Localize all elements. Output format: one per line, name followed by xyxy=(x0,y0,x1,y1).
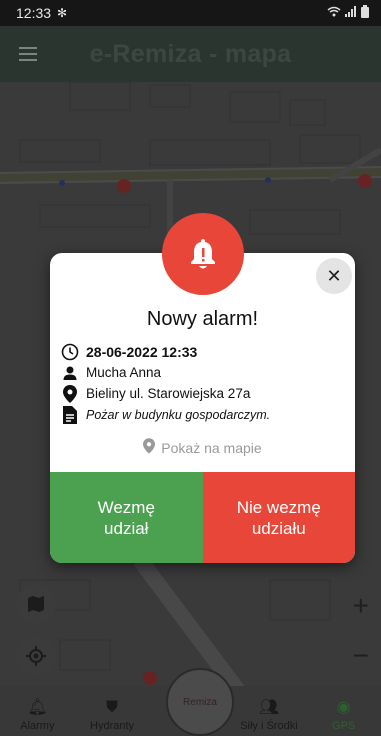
zoom-in-button[interactable]: + xyxy=(353,590,369,622)
remiza-center-button[interactable]: Remiza xyxy=(166,668,234,736)
alarm-address: Bieliny ul. Starowiejska 27a xyxy=(86,386,251,401)
accept-button[interactable]: Wezmę udział xyxy=(50,472,203,563)
document-icon xyxy=(60,405,80,425)
map-icon xyxy=(28,596,44,612)
nav-hydranty[interactable]: ⛊ Hydranty xyxy=(75,686,150,736)
alarm-datetime: 28-06-2022 12:33 xyxy=(86,343,198,360)
nav-gps[interactable]: ◉ GPS xyxy=(306,686,381,736)
decline-button[interactable]: Nie wezmę udziału xyxy=(202,472,355,563)
show-on-map-link[interactable]: Pokaż na mapie xyxy=(50,438,355,457)
signal-icon xyxy=(345,6,357,20)
menu-icon[interactable] xyxy=(0,26,56,82)
remiza-label: Remiza xyxy=(183,696,217,708)
page-title: e-Remiza - mapa xyxy=(89,39,292,68)
alarm-datetime-row: 28-06-2022 12:33 xyxy=(60,341,350,362)
status-icons xyxy=(327,5,369,21)
nav-label: GPS xyxy=(332,720,356,732)
nav-alarmy[interactable]: 🔔︎ Alarmy xyxy=(0,686,75,736)
alarm-person-row: Mucha Anna xyxy=(60,362,350,383)
nav-label: Alarmy xyxy=(20,720,55,732)
dialog-title: Nowy alarm! xyxy=(146,308,259,330)
person-icon xyxy=(60,363,80,383)
nav-label: Hydranty xyxy=(90,720,135,732)
app-bar: e-Remiza - mapa xyxy=(0,26,381,82)
location-pin-icon xyxy=(60,384,80,404)
dialog-actions: Wezmę udział Nie wezmę udziału xyxy=(50,472,355,563)
bell-icon xyxy=(191,239,215,269)
alarm-dialog: ✕ Nowy alarm! 28-06-2022 12:33 Mucha Ann… xyxy=(50,253,355,563)
fan-icon: ✻ xyxy=(57,6,68,20)
people-icon: 👥︎ xyxy=(258,699,280,716)
alarm-bell-icon: 🔔︎ xyxy=(27,699,48,716)
crosshair-icon xyxy=(26,646,46,666)
clock-icon xyxy=(60,342,80,362)
zoom-out-button[interactable]: − xyxy=(353,640,369,672)
alarm-person: Mucha Anna xyxy=(86,365,162,380)
nav-label: Siły i Środki xyxy=(240,720,298,732)
status-time: 12:33 xyxy=(16,5,52,21)
alarm-bell-badge xyxy=(162,213,244,295)
alarm-address-row: Bieliny ul. Starowiejska 27a xyxy=(60,383,350,404)
map-pin-icon xyxy=(143,438,156,457)
wifi-icon xyxy=(327,6,341,20)
hydrant-icon: ⛊ xyxy=(106,699,119,716)
battery-icon xyxy=(361,5,369,21)
close-icon: ✕ xyxy=(326,265,342,286)
close-button[interactable]: ✕ xyxy=(316,258,352,294)
map-layers-button[interactable] xyxy=(16,584,56,624)
locate-me-button[interactable] xyxy=(16,636,56,676)
show-on-map-label: Pokaż na mapie xyxy=(161,439,262,456)
alarm-description-row: Pożar w budynku gospodarczym. xyxy=(60,404,350,425)
nav-sily-i-srodki[interactable]: 👥︎ Siły i Środki xyxy=(232,686,307,736)
alarm-details: 28-06-2022 12:33 Mucha Anna Bieliny ul. … xyxy=(60,341,350,425)
alarm-description: Pożar w budynku gospodarczym. xyxy=(86,407,271,422)
gps-icon: ◉ xyxy=(336,699,351,716)
status-bar: 12:33 ✻ xyxy=(0,0,381,26)
